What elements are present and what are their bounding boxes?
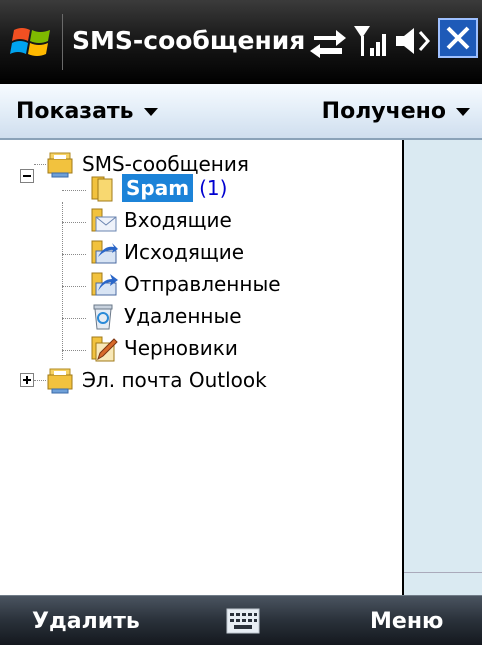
chevron-down-icon [143, 108, 158, 116]
tree-connector [62, 190, 86, 191]
header-bar: Показать Получено [0, 84, 482, 140]
message-list-pane[interactable] [404, 140, 482, 595]
folder-sent[interactable]: Отправленные [88, 268, 283, 300]
close-icon [446, 26, 470, 50]
unread-count: (1) [199, 176, 228, 200]
sort-dropdown[interactable]: Получено [322, 97, 470, 127]
folder-label: Черновики [124, 336, 238, 360]
signal-strength-icon[interactable] [350, 18, 396, 64]
folder-tree[interactable]: SMS-сообщения Spam (1) Входящие Исходящи… [0, 140, 404, 595]
divider [404, 572, 482, 573]
folder-label: Spam [122, 174, 194, 202]
folder-deleted[interactable]: Удаленные [88, 300, 244, 332]
chevron-down-icon [456, 108, 470, 116]
softkey-bar: Удалить Меню [0, 595, 482, 645]
folder-inbox[interactable]: Входящие [88, 204, 234, 236]
delete-softkey[interactable]: Удалить [32, 608, 140, 636]
title-bar: SMS-сообщения [0, 0, 482, 84]
tree-connector [62, 318, 86, 319]
sort-label: Получено [321, 99, 446, 124]
menu-softkey[interactable]: Меню [370, 608, 443, 636]
folder-outbox[interactable]: Исходящие [88, 236, 246, 268]
app-title: SMS-сообщения [72, 26, 306, 55]
title-separator [62, 14, 63, 70]
drafts-icon [91, 336, 118, 362]
folder-icon [91, 176, 113, 202]
collapse-toggle[interactable] [20, 169, 34, 183]
folder-spam[interactable]: Spam (1) [88, 172, 227, 204]
show-label: Показать [16, 99, 134, 124]
sent-items-icon [91, 272, 118, 296]
folder-label: Исходящие [124, 240, 245, 264]
folder-label: Отправленные [124, 272, 281, 296]
outbox-icon [91, 240, 118, 264]
folder-label: Входящие [124, 208, 232, 232]
tree-connector [62, 202, 63, 360]
show-dropdown[interactable]: Показать [16, 97, 158, 127]
tree-connector [62, 254, 86, 255]
expand-toggle[interactable] [20, 373, 34, 387]
tree-connector [62, 286, 86, 287]
folder-label: Эл. почта Outlook [82, 368, 267, 392]
message-store-icon [47, 152, 73, 178]
folder-drafts[interactable]: Черновики [88, 332, 240, 364]
message-store-icon [47, 368, 73, 394]
close-button[interactable] [438, 18, 478, 58]
windows-start-icon[interactable] [10, 20, 54, 64]
folder-outlook[interactable]: Эл. почта Outlook [46, 364, 269, 396]
folder-label: Удаленные [124, 304, 242, 328]
keyboard-icon[interactable] [226, 608, 260, 634]
tree-connector [62, 222, 86, 223]
inbox-icon [91, 208, 117, 232]
volume-icon[interactable] [392, 18, 438, 64]
tree-connector [62, 350, 86, 351]
connectivity-icon[interactable] [306, 18, 352, 64]
recycle-bin-icon [93, 304, 113, 330]
